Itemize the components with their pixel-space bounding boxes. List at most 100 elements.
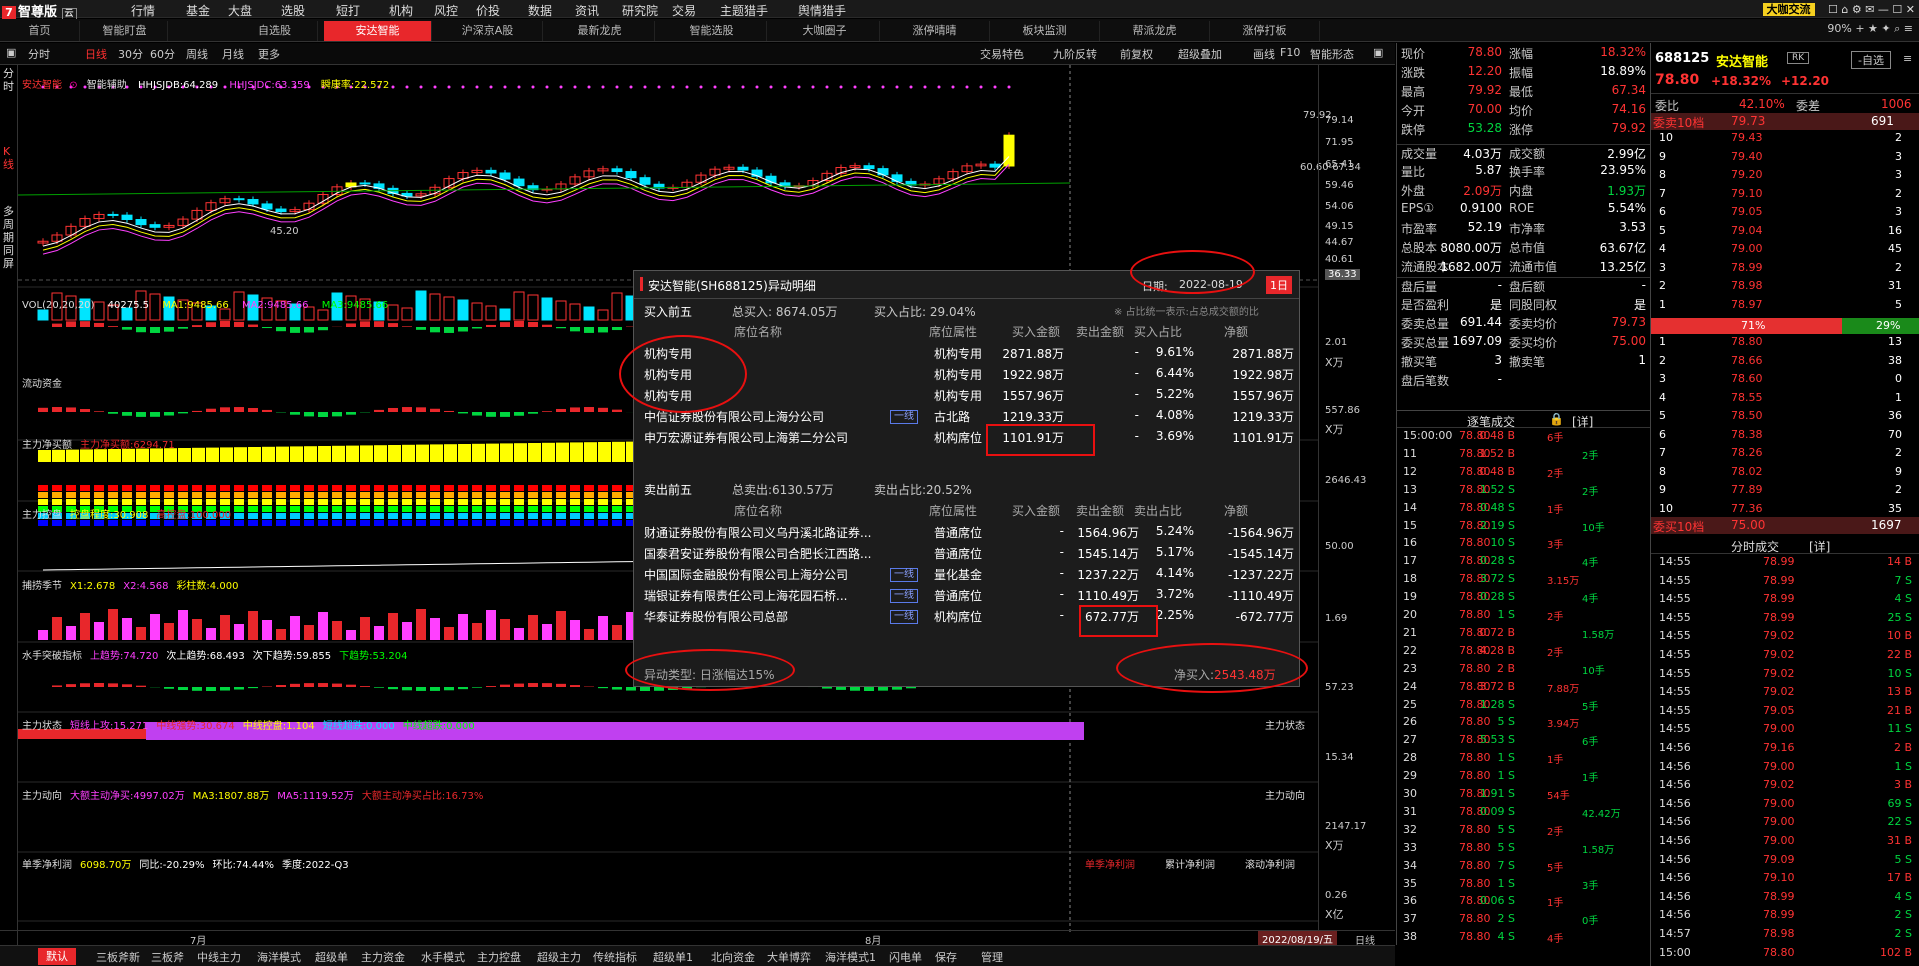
template-tab-15[interactable]: 闪电单 xyxy=(889,949,922,965)
ob-level[interactable]: 5 78.50 36 xyxy=(1651,409,1919,428)
menu-item-5[interactable]: 机构 xyxy=(389,2,413,19)
tab-9[interactable]: 板块监测 xyxy=(990,21,1100,41)
template-tab-13[interactable]: 大单博弈 xyxy=(767,949,811,965)
tab-11[interactable]: 涨停打板 xyxy=(1210,21,1320,41)
panel-7-r2[interactable]: 累计净利润 xyxy=(1165,856,1215,871)
period-3[interactable]: 60分 xyxy=(150,46,175,62)
toolbar-right-6[interactable]: 智能形态 xyxy=(1310,46,1354,62)
ob-level[interactable]: 1 78.80 13 xyxy=(1651,335,1919,354)
tab-5[interactable]: 最新龙虎 xyxy=(545,21,655,41)
period-6[interactable]: 更多 xyxy=(258,46,280,62)
template-tab-17[interactable]: 管理 xyxy=(981,949,1003,965)
template-tab-10[interactable]: 传统指标 xyxy=(593,949,637,965)
toolbar-right-0[interactable]: 交易特色 xyxy=(980,46,1024,62)
template-tab-6[interactable]: 主力资金 xyxy=(361,949,405,965)
ob-level[interactable]: 5 79.04 16 xyxy=(1651,224,1919,243)
period-2[interactable]: 30分 xyxy=(118,46,143,62)
template-tab-16[interactable]: 保存 xyxy=(935,949,957,965)
template-tab-14[interactable]: 海洋模式1 xyxy=(825,949,876,965)
seat-row[interactable]: 中信证券股份有限公司上海分公司 一线 古北路 1219.33万 -4.08% 1219.3… xyxy=(644,408,1294,429)
kline-setting-icon[interactable]: ⊙ xyxy=(69,80,77,91)
seat-row[interactable]: 财通证券股份有限公司义乌丹溪北路证券... 普通席位 -1564.96万 5.24% -… xyxy=(644,524,1294,545)
menu-item-6[interactable]: 风控 xyxy=(434,2,458,19)
menu-item-12[interactable]: 主题猎手 xyxy=(720,2,768,19)
ob-level[interactable]: 9 77.89 2 xyxy=(1651,483,1919,502)
ob-level[interactable]: 7 78.26 2 xyxy=(1651,446,1919,465)
ob-level[interactable]: 2 78.98 31 xyxy=(1651,279,1919,298)
toolbar-right-2[interactable]: 前复权 xyxy=(1120,46,1153,62)
ob-level[interactable]: 1 78.97 5 xyxy=(1651,298,1919,317)
seat-row[interactable]: 华泰证券股份有限公司总部 一线 机构席位 -672.77万 2.25% -672.77万 xyxy=(644,608,1294,629)
menu-item-8[interactable]: 数据 xyxy=(528,2,552,19)
ob-level[interactable]: 8 79.20 3 xyxy=(1651,168,1919,187)
panel-toggle-icon[interactable]: ▣ xyxy=(1373,46,1383,59)
user-icon[interactable]: ☐ ⌂ ⚙ ✉ — ☐ ✕ xyxy=(1828,3,1915,16)
tab-10[interactable]: 帮派龙虎 xyxy=(1100,21,1210,41)
zoom-control[interactable]: 90% + ★ ✦ ⌕ ≡ xyxy=(1827,22,1913,36)
ob-level[interactable]: 7 79.10 2 xyxy=(1651,187,1919,206)
template-tab-8[interactable]: 主力控盘 xyxy=(477,949,521,965)
trades-detail-link[interactable]: [详] xyxy=(1572,413,1593,430)
layout-icon[interactable]: ▣ xyxy=(6,46,16,59)
seat-row[interactable]: 瑞银证券有限责任公司上海花园石桥... 一线 普通席位 -1110.49万 3.72% -… xyxy=(644,587,1294,608)
toolbar-right-4[interactable]: 画线 xyxy=(1253,46,1275,62)
menu-item-0[interactable]: 行情 xyxy=(131,2,155,19)
exchange-button[interactable]: 大咖交流 xyxy=(1762,3,1815,16)
template-tab-2[interactable]: 三板斧 xyxy=(151,949,184,965)
tab-7[interactable]: 大咖圈子 xyxy=(770,21,880,41)
tab-3[interactable]: 安达智能 xyxy=(324,21,432,41)
tab-2[interactable]: 自选股 xyxy=(232,21,318,41)
ob-level[interactable]: 6 78.38 70 xyxy=(1651,428,1919,447)
menu-item-1[interactable]: 基金 xyxy=(186,2,210,19)
ob-level[interactable]: 2 78.66 38 xyxy=(1651,354,1919,373)
ob-level[interactable]: 4 78.55 1 xyxy=(1651,391,1919,410)
panel-7-r3[interactable]: 滚动净利润 xyxy=(1245,856,1295,871)
menu-item-3[interactable]: 选股 xyxy=(281,2,305,19)
menu-item-2[interactable]: 大盘 xyxy=(228,2,252,19)
template-tab-12[interactable]: 北向资金 xyxy=(711,949,755,965)
lock-icon[interactable]: 🔒 xyxy=(1549,412,1564,426)
seat-row[interactable]: 中国国际金融股份有限公司上海分公司 一线 量化基金 -1237.22万 4.14% -12… xyxy=(644,566,1294,587)
strip-intraday[interactable]: 分时 xyxy=(3,67,15,93)
template-tab-4[interactable]: 海洋模式 xyxy=(257,949,301,965)
strip-kline[interactable]: K线 xyxy=(3,145,15,171)
strip-multi-period[interactable]: 多周期同屏 xyxy=(3,205,15,270)
menu-item-10[interactable]: 研究院 xyxy=(622,2,658,19)
tab-6[interactable]: 智能选股 xyxy=(657,21,767,41)
menu-item-9[interactable]: 资讯 xyxy=(575,2,599,19)
seat-row[interactable]: 机构专用 机构专用 1557.96万 -5.22% 1557.96万 xyxy=(644,387,1294,408)
ticks-detail-link[interactable]: [详] xyxy=(1809,538,1830,555)
ob-level[interactable]: 6 79.05 3 xyxy=(1651,205,1919,224)
menu-icon[interactable]: ≡ xyxy=(1903,52,1912,65)
period-4[interactable]: 周线 xyxy=(186,46,208,62)
template-tab-7[interactable]: 水手模式 xyxy=(421,949,465,965)
tab-4[interactable]: 沪深京A股 xyxy=(433,21,543,41)
tab-1[interactable]: 智能盯盘 xyxy=(82,21,168,41)
period-button[interactable]: 1日 xyxy=(1266,276,1292,294)
panel-7-r1[interactable]: 单季净利润 xyxy=(1085,856,1135,871)
menu-item-13[interactable]: 舆情猎手 xyxy=(798,2,846,19)
toolbar-right-3[interactable]: 超级叠加 xyxy=(1178,46,1222,62)
ob-level[interactable]: 3 78.60 0 xyxy=(1651,372,1919,391)
tab-0[interactable]: 首页 xyxy=(0,21,80,41)
ob-level[interactable]: 10 79.43 2 xyxy=(1651,131,1919,150)
ob-level[interactable]: 8 78.02 9 xyxy=(1651,465,1919,484)
tab-8[interactable]: 涨停晴晴 xyxy=(880,21,990,41)
template-tab-5[interactable]: 超级单 xyxy=(315,949,348,965)
period-1[interactable]: 日线 xyxy=(85,46,107,62)
template-tab-3[interactable]: 中线主力 xyxy=(197,949,241,965)
add-watchlist-button[interactable]: -自选 xyxy=(1851,51,1891,69)
template-tab-9[interactable]: 超级主力 xyxy=(537,949,581,965)
ob-level[interactable]: 9 79.40 3 xyxy=(1651,150,1919,169)
seat-row[interactable]: 申万宏源证券有限公司上海第二分公司 机构席位 1101.91万 -3.69% 1101.… xyxy=(644,429,1294,450)
menu-item-4[interactable]: 短打 xyxy=(336,2,360,19)
menu-item-11[interactable]: 交易 xyxy=(672,2,696,19)
period-0[interactable]: 分时 xyxy=(28,46,50,62)
ob-level[interactable]: 4 79.00 45 xyxy=(1651,242,1919,261)
template-tab-1[interactable]: 三板斧新 xyxy=(96,949,140,965)
seat-row[interactable]: 国泰君安证券股份有限公司合肥长江西路... 普通席位 -1545.14万 5.17% -… xyxy=(644,545,1294,566)
template-tab-11[interactable]: 超级单1 xyxy=(653,949,693,965)
ob-level[interactable]: 3 78.99 2 xyxy=(1651,261,1919,280)
toolbar-right-5[interactable]: F10 xyxy=(1280,46,1300,59)
toolbar-right-1[interactable]: 九阶反转 xyxy=(1053,46,1097,62)
